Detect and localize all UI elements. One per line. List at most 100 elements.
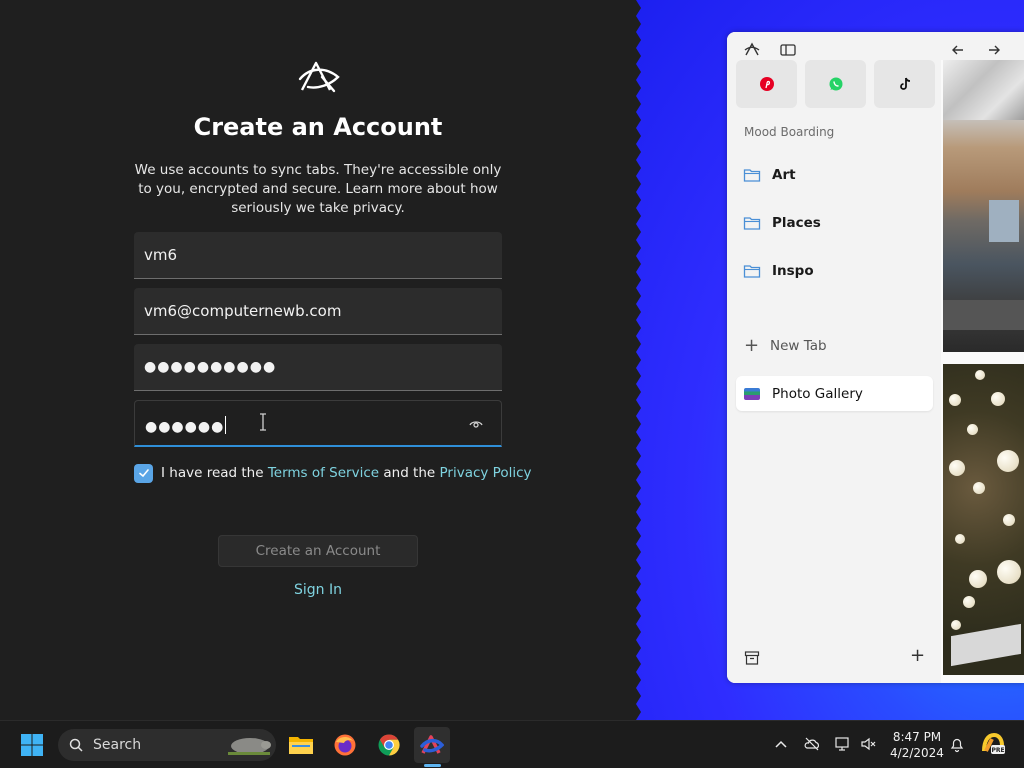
search-label: Search [93, 737, 142, 753]
notification-bell-icon[interactable] [948, 735, 966, 753]
favorite-tiktok[interactable] [874, 60, 935, 108]
folder-label: Places [772, 215, 821, 231]
search-highlight-icon [228, 738, 271, 755]
toggle-sidebar-icon[interactable] [779, 41, 797, 59]
username-value: vm6 [144, 246, 178, 264]
favorite-pinterest[interactable] [736, 60, 797, 108]
photo-gallery-favicon-icon [744, 387, 760, 400]
arc-sidebar: Mood Boarding Art Places Inspo + New Tab… [727, 32, 1000, 683]
taskbar-arc[interactable] [414, 727, 450, 763]
hanging-lights-photo[interactable] [943, 364, 1024, 675]
favorite-whatsapp[interactable] [805, 60, 866, 108]
windows-start-icon[interactable] [20, 733, 44, 757]
password-field[interactable]: ●●●●●●●●●● [134, 344, 502, 391]
folder-art[interactable]: Art [743, 163, 796, 187]
whatsapp-icon [829, 77, 842, 91]
folder-icon [743, 265, 761, 278]
web-content [941, 60, 1024, 683]
show-hidden-icons-chevron-icon[interactable] [772, 735, 790, 753]
sidebar-toolbar [727, 38, 1024, 62]
taskbar-firefox[interactable] [327, 727, 363, 763]
password-value: ●●●●●●●●●● [144, 359, 277, 375]
light-bulb [967, 424, 978, 435]
confirm-password-field[interactable]: ●●●●●● [134, 400, 502, 447]
search-icon [69, 738, 83, 752]
page-title: Create an Account [193, 113, 443, 141]
volume-muted-icon[interactable] [860, 735, 878, 753]
folder-label: Art [772, 167, 796, 183]
surf-area [943, 60, 1024, 120]
light-bulb [997, 560, 1021, 584]
light-bulb [973, 482, 985, 494]
pinterest-icon [759, 77, 774, 91]
email-field[interactable]: vm6@computernewb.com [134, 288, 502, 335]
signup-panel: Create an Account We use accounts to syn… [0, 0, 636, 720]
add-icon[interactable]: + [910, 646, 925, 666]
new-tab-button[interactable]: + New Tab [744, 337, 827, 355]
clock-date: 4/2/2024 [890, 746, 944, 760]
torn-edge [629, 0, 641, 720]
file-explorer-icon [289, 737, 313, 754]
taskbar-file-explorer[interactable] [283, 727, 319, 763]
agree-row: I have read the Terms of Service and the… [134, 462, 532, 484]
folder-icon [743, 217, 761, 230]
forward-arrow-icon[interactable] [985, 41, 1003, 59]
rooftop [989, 200, 1019, 242]
light-bulb [955, 534, 965, 544]
agree-middle: and the [379, 465, 440, 481]
ibeam-cursor-icon [260, 413, 266, 431]
email-value: vm6@computernewb.com [144, 302, 342, 320]
arc-menu-icon[interactable] [743, 41, 761, 59]
archive-icon[interactable] [744, 650, 760, 666]
active-app-indicator [424, 764, 441, 767]
sign-in-link[interactable]: Sign In [0, 582, 636, 598]
checkmark-icon [138, 469, 149, 478]
arc-icon [420, 735, 444, 754]
show-password-eye-icon[interactable] [469, 417, 483, 431]
intro-text: We use accounts to sync tabs. They're ac… [134, 162, 502, 216]
light-bulb [969, 570, 987, 588]
tab-photo-gallery[interactable]: Photo Gallery [736, 376, 933, 411]
light-bulb [975, 370, 985, 380]
folder-label: Inspo [772, 263, 814, 279]
folder-icon [743, 169, 761, 182]
folder-inspo[interactable]: Inspo [743, 259, 814, 283]
light-bulb [951, 620, 961, 630]
create-account-button[interactable]: Create an Account [218, 535, 418, 567]
confirm-password-value: ●●●●●● [145, 416, 227, 435]
agree-checkbox[interactable] [134, 463, 153, 483]
light-bulb [963, 596, 975, 608]
tiktok-icon [899, 77, 910, 90]
aerial-beach-photo[interactable] [943, 60, 1024, 352]
new-tab-label: New Tab [770, 338, 827, 354]
taskbar-search-box[interactable]: Search [58, 729, 276, 761]
arc-browser-window: Mood Boarding Art Places Inspo + New Tab… [727, 32, 1024, 683]
table-surface [951, 623, 1021, 667]
light-bulb [997, 450, 1019, 472]
clock-time: 8:47 PM [892, 730, 942, 744]
light-bulb [949, 460, 965, 476]
system-clock[interactable]: 8:47 PM 4/2/2024 [887, 729, 947, 761]
network-icon[interactable] [834, 735, 852, 753]
taskbar-chrome[interactable] [371, 727, 407, 763]
username-field[interactable]: vm6 [134, 232, 502, 279]
back-arrow-icon[interactable] [949, 41, 967, 59]
road [943, 300, 1024, 330]
arc-logo-icon [298, 61, 340, 93]
light-bulb [991, 392, 1005, 406]
taskbar: Search 8:47 PM 4/2/2024 PRE [0, 720, 1024, 768]
light-bulb [949, 394, 961, 406]
terms-link[interactable]: Terms of Service [268, 465, 379, 481]
onedrive-offline-icon[interactable] [803, 735, 821, 753]
tab-label: Photo Gallery [772, 385, 863, 402]
copilot-pre-icon[interactable]: PRE [980, 731, 1006, 757]
plus-icon: + [744, 335, 760, 356]
agree-prefix: I have read the [161, 465, 268, 481]
privacy-link[interactable]: Privacy Policy [440, 465, 532, 481]
space-label: Mood Boarding [744, 125, 835, 139]
light-bulb [1003, 514, 1015, 526]
text-caret [225, 416, 227, 434]
svg-text:PRE: PRE [991, 747, 1004, 754]
folder-places[interactable]: Places [743, 211, 821, 235]
chrome-icon [378, 734, 400, 756]
